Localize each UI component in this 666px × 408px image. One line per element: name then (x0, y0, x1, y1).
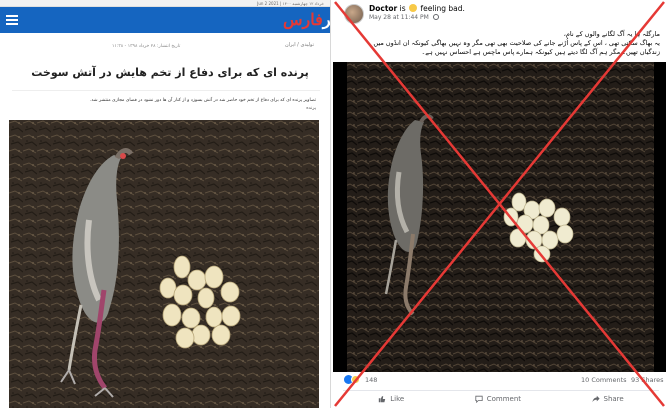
news-logo-main: خبر (322, 10, 331, 29)
shares-count[interactable]: 93 Shares (631, 376, 663, 384)
avatar[interactable] (344, 4, 364, 24)
sad-emoji-icon (409, 4, 418, 12)
news-article-screenshot: Jun 2 2021 | ۱۴۰۰ خرداد ۱۲ چهارشنبه خبرف… (0, 0, 331, 408)
post-line-2: یہ بھاگ سکتی تھی ، اس کے پاس اُڑنے جانے … (373, 39, 660, 47)
comment-bubble-icon (475, 395, 483, 403)
news-logo[interactable]: خبرفارس (283, 9, 330, 31)
article-lead: تصاویر پرنده ای که برای دفاع از تخم خود … (90, 98, 316, 103)
status-is: is (399, 4, 406, 13)
bird-eggs-image (333, 62, 666, 372)
share-arrow-icon (591, 395, 600, 402)
article-photo (9, 120, 319, 408)
share-label: Share (603, 394, 624, 403)
like-label: Like (390, 394, 405, 403)
menu-icon[interactable] (6, 15, 18, 25)
burnt-bird-and-eggs-image (9, 120, 319, 408)
like-button[interactable]: Like (378, 395, 404, 403)
user-name[interactable]: Doctor (369, 4, 397, 13)
post-meta: May 28 at 11:44 PM (369, 14, 439, 21)
thumbs-up-icon (379, 395, 386, 402)
facebook-post-screenshot: Doctor is feeling bad. May 28 at 11:44 P… (333, 0, 666, 408)
news-topbar: Jun 2 2021 | ۱۴۰۰ خرداد ۱۲ چهارشنبه (0, 0, 330, 7)
post-photo[interactable] (333, 62, 666, 372)
post-text: مارگلہ ہا یہ آگ لگانے والوں کے نام، یہ ب… (342, 30, 660, 57)
news-logo-red: فارس (283, 10, 323, 29)
news-header: خبرفارس (0, 7, 330, 33)
comments-count[interactable]: 10 Comments (581, 376, 627, 384)
divider (12, 90, 320, 91)
post-actions: Like Comment Share (343, 390, 659, 406)
share-button[interactable]: Share (591, 394, 624, 403)
article-title: پرنده ای که برای دفاع از تخم هایش در آتش… (31, 66, 309, 79)
comment-button[interactable]: Comment (475, 395, 521, 403)
reaction-count[interactable]: 148 (365, 376, 377, 384)
news-topbar-date: Jun 2 2021 | ۱۴۰۰ خرداد ۱۲ چهارشنبه (257, 1, 324, 6)
comment-label: Comment (486, 394, 522, 403)
post-time[interactable]: May 28 at 11:44 PM (369, 14, 429, 21)
photo-caption: پرنده (306, 106, 316, 111)
globe-icon (432, 14, 439, 20)
post-line-1: مارگلہ ہا یہ آگ لگانے والوں کے نام، (563, 30, 660, 38)
publish-date: تاریخ انتشار: ۲۸ خرداد ۱۳۹۸ - ۱۱:۳۸ (112, 44, 181, 49)
post-line-3: زندگیاں تھیں۔ مگر ہم آگ لگا دیتے ہیں کیو… (421, 48, 660, 56)
post-header: Doctor is feeling bad. (369, 4, 465, 13)
breadcrumb[interactable]: تولیدی / ایران (285, 42, 314, 48)
post-stats: 148 10 Comments 93 Shares (333, 373, 666, 387)
sad-reaction-icon (351, 375, 360, 384)
status-feeling: feeling bad. (420, 4, 465, 13)
